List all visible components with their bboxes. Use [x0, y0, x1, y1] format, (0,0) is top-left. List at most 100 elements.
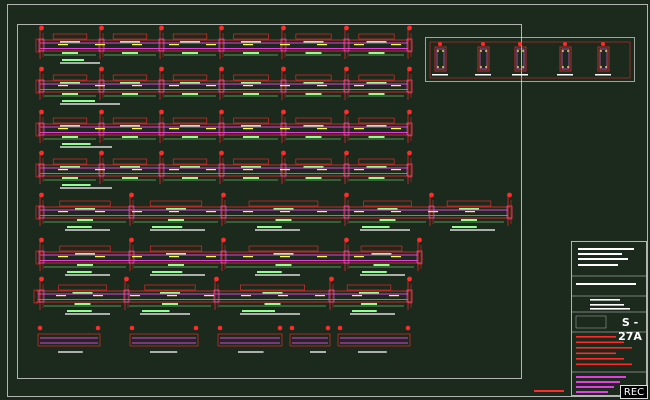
grid-marker	[407, 276, 412, 282]
rebar-callout	[366, 125, 387, 127]
rebar-dot	[522, 50, 524, 52]
dimension-text	[368, 52, 385, 54]
dimension-text	[122, 136, 138, 138]
designer-row	[576, 386, 614, 388]
top-reinforcement-zone	[358, 158, 395, 165]
grid-marker	[193, 325, 199, 331]
record-button[interactable]: REC	[620, 385, 648, 399]
project-title-text	[578, 248, 634, 250]
beam-title-text	[62, 184, 91, 186]
grid-marker	[289, 325, 295, 331]
grid-marker	[407, 150, 412, 156]
dimension-text	[275, 264, 292, 266]
bar-mark	[389, 295, 399, 297]
dimension-text	[379, 219, 396, 221]
rebar-dot	[485, 66, 487, 68]
bar-mark	[280, 211, 290, 213]
grid-marker	[281, 150, 286, 156]
grid-marker	[219, 25, 224, 31]
section-stirrup	[436, 48, 445, 70]
designer-row	[576, 376, 626, 378]
bar-mark	[95, 256, 105, 258]
bar-mark	[280, 85, 290, 87]
bar-mark	[317, 256, 327, 258]
section-outline	[477, 46, 490, 72]
dimension-text	[62, 93, 78, 95]
rebar-dot	[437, 50, 439, 52]
bar-mark	[243, 85, 253, 87]
rebar-callout	[75, 208, 95, 210]
beam-end	[407, 79, 413, 94]
bar-mark	[243, 256, 253, 258]
beam-section-5	[595, 42, 611, 76]
beam-elevation-4	[35, 150, 413, 189]
bar-mark	[169, 128, 179, 130]
drawing-canvas[interactable]	[0, 0, 650, 400]
rebar-callout	[60, 82, 80, 84]
dimension-text	[77, 219, 93, 221]
section-marker	[563, 42, 567, 46]
section-stirrup	[516, 48, 525, 70]
project-title-text	[578, 253, 622, 255]
top-reinforcement-zone	[112, 74, 148, 81]
rebar-callout	[273, 208, 294, 210]
beam-end	[33, 289, 39, 304]
bar-mark	[206, 211, 216, 213]
bar-mark	[391, 85, 401, 87]
dimension-text	[74, 303, 91, 305]
bar-mark	[169, 211, 179, 213]
grid-marker	[344, 66, 349, 72]
grid-marker	[344, 237, 349, 243]
rebar-dot	[437, 66, 439, 68]
rebar-dot	[480, 66, 482, 68]
section-outline	[514, 46, 527, 72]
project-title-text	[578, 258, 628, 260]
bar-mark	[354, 44, 364, 46]
grid-marker	[325, 325, 331, 331]
beam-elevation-2	[35, 66, 413, 105]
bar-mark	[58, 128, 68, 130]
project-title-text	[578, 264, 618, 266]
grid-marker	[219, 150, 224, 156]
dimension-text	[305, 177, 322, 179]
beam-elevation-1	[35, 25, 413, 64]
grid-marker	[99, 66, 104, 72]
bar-mark	[428, 211, 438, 213]
scale-notes-text	[590, 308, 630, 310]
grid-marker	[344, 109, 349, 115]
dimension-text	[77, 264, 93, 266]
beam-end	[35, 38, 41, 53]
section-marker	[481, 42, 485, 46]
beam-elevation-3	[35, 109, 413, 148]
rebar-callout	[303, 166, 324, 168]
grid-marker	[277, 325, 283, 331]
beam-end	[417, 250, 423, 265]
rebar-dot	[605, 66, 607, 68]
dimension-text	[243, 93, 259, 95]
beam-title-text	[152, 226, 183, 228]
beam-title-text	[352, 310, 377, 312]
bar-mark	[354, 211, 364, 213]
bar-mark	[95, 128, 105, 130]
grid-marker	[129, 237, 134, 243]
bar-mark	[132, 44, 142, 46]
rebar-callout	[241, 166, 261, 168]
grid-marker	[221, 192, 226, 198]
rebar-callout	[60, 41, 80, 43]
grid-marker	[417, 237, 422, 243]
rebar-callout	[120, 82, 140, 84]
drawing-border	[17, 24, 522, 379]
dimension-text	[122, 177, 138, 179]
dimension-text	[122, 52, 138, 54]
rebar-callout	[241, 41, 261, 43]
top-reinforcement-zone	[52, 33, 88, 40]
top-reinforcement-zone	[446, 200, 492, 207]
revision-box	[575, 315, 607, 329]
grid-marker	[99, 150, 104, 156]
dimension-text	[361, 303, 377, 305]
rebar-dot	[567, 66, 569, 68]
bar-mark	[206, 256, 216, 258]
bar-mark	[280, 169, 290, 171]
section-marker	[601, 42, 605, 46]
beam-end	[35, 163, 41, 178]
